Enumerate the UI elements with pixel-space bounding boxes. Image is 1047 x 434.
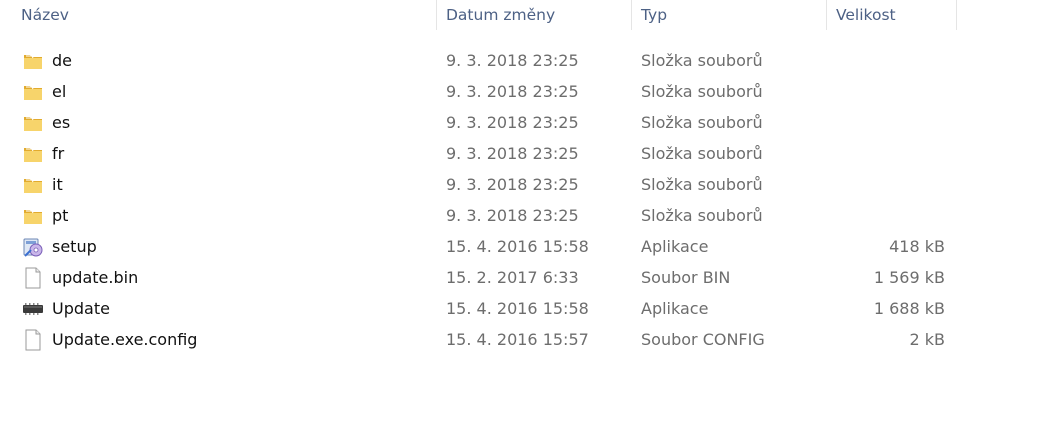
file-row[interactable]: fr 9. 3. 2018 23:25 Složka souborů <box>0 138 960 169</box>
file-date: 9. 3. 2018 23:25 <box>446 51 579 70</box>
chip-icon <box>21 293 45 324</box>
file-type: Aplikace <box>641 299 709 318</box>
file-type: Složka souborů <box>641 82 763 101</box>
file-name: update.bin <box>52 268 139 287</box>
column-header-size[interactable]: Velikost <box>827 0 957 30</box>
file-name: pt <box>52 206 69 225</box>
file-date: 9. 3. 2018 23:25 <box>446 82 579 101</box>
file-name: fr <box>52 144 65 163</box>
file-row[interactable]: es 9. 3. 2018 23:25 Složka souborů <box>0 107 960 138</box>
folder-icon <box>21 138 45 169</box>
folder-icon <box>21 45 45 76</box>
file-date: 15. 4. 2016 15:58 <box>446 237 589 256</box>
file-size: 418 kB <box>889 237 945 256</box>
file-date: 15. 4. 2016 15:58 <box>446 299 589 318</box>
folder-icon <box>21 107 45 138</box>
file-type: Soubor BIN <box>641 268 731 287</box>
file-size: 1 688 kB <box>873 299 945 318</box>
file-icon <box>21 262 45 293</box>
folder-icon <box>21 76 45 107</box>
file-row[interactable]: el 9. 3. 2018 23:25 Složka souborů <box>0 76 960 107</box>
file-name: it <box>52 175 63 194</box>
file-date: 9. 3. 2018 23:25 <box>446 144 579 163</box>
file-type: Složka souborů <box>641 206 763 225</box>
file-row[interactable]: Update 15. 4. 2016 15:58 Aplikace 1 688 … <box>0 293 960 324</box>
file-type: Složka souborů <box>641 113 763 132</box>
column-header-type[interactable]: Typ <box>632 0 827 30</box>
file-row[interactable]: Update.exe.config 15. 4. 2016 15:57 Soub… <box>0 324 960 355</box>
file-size <box>827 76 945 107</box>
file-type: Soubor CONFIG <box>641 330 765 349</box>
file-icon <box>21 324 45 355</box>
file-date: 15. 2. 2017 6:33 <box>446 268 579 287</box>
file-row[interactable]: pt 9. 3. 2018 23:25 Složka souborů <box>0 200 960 231</box>
file-type: Složka souborů <box>641 144 763 163</box>
column-header-date[interactable]: Datum změny <box>437 0 632 30</box>
folder-icon <box>21 169 45 200</box>
column-header-name[interactable]: Název <box>12 0 437 30</box>
file-size <box>827 45 945 76</box>
file-row[interactable]: de 9. 3. 2018 23:25 Složka souborů <box>0 45 960 76</box>
file-type: Složka souborů <box>641 51 763 70</box>
file-date: 9. 3. 2018 23:25 <box>446 175 579 194</box>
folder-icon <box>21 200 45 231</box>
file-size <box>827 107 945 138</box>
file-name: Update <box>52 299 110 318</box>
file-size <box>827 200 945 231</box>
file-date: 9. 3. 2018 23:25 <box>446 113 579 132</box>
file-name: de <box>52 51 72 70</box>
setup-icon <box>21 231 45 262</box>
file-size <box>827 138 945 169</box>
file-name: Update.exe.config <box>52 330 198 349</box>
file-size: 2 kB <box>909 330 945 349</box>
file-date: 15. 4. 2016 15:57 <box>446 330 589 349</box>
file-explorer-list: Název Datum změny Typ Velikost de 9. 3. … <box>0 0 1047 434</box>
file-name: el <box>52 82 67 101</box>
file-type: Složka souborů <box>641 175 763 194</box>
file-size <box>827 169 945 200</box>
column-header-row: Název Datum změny Typ Velikost <box>0 0 960 30</box>
file-name: es <box>52 113 71 132</box>
file-size: 1 569 kB <box>873 268 945 287</box>
file-date: 9. 3. 2018 23:25 <box>446 206 579 225</box>
file-list: de 9. 3. 2018 23:25 Složka souborů el 9.… <box>0 45 960 355</box>
file-type: Aplikace <box>641 237 709 256</box>
file-name: setup <box>52 237 97 256</box>
file-row[interactable]: setup 15. 4. 2016 15:58 Aplikace 418 kB <box>0 231 960 262</box>
file-row[interactable]: it 9. 3. 2018 23:25 Složka souborů <box>0 169 960 200</box>
file-row[interactable]: update.bin 15. 2. 2017 6:33 Soubor BIN 1… <box>0 262 960 293</box>
